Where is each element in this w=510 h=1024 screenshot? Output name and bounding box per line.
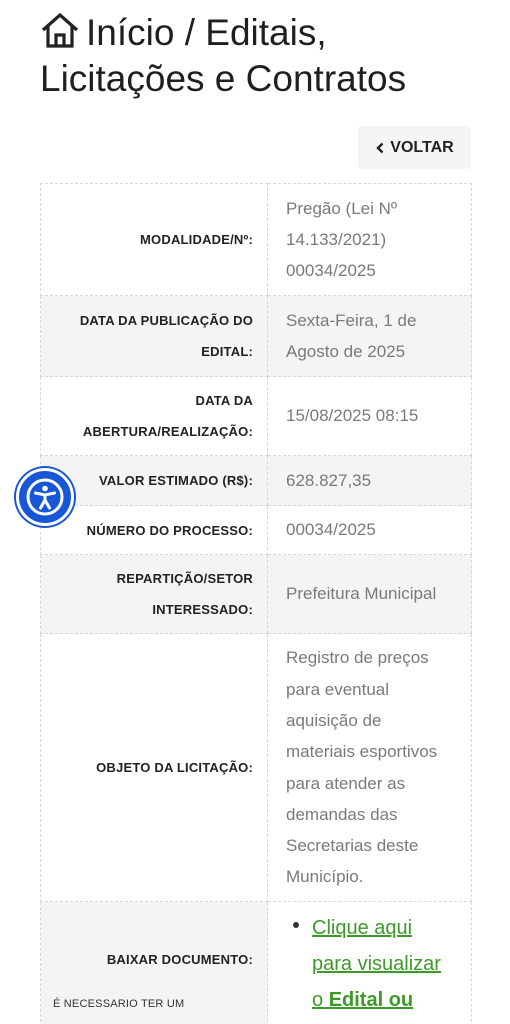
table-row: DATA DA PUBLICAÇÃO DO EDITAL: Sexta-Feir… [40, 295, 472, 377]
download-label: BAIXAR DOCUMENTO: [106, 952, 253, 967]
download-list: Clique aqui para visualizar o Edital ou [286, 910, 455, 1018]
page-title-text: Início / Editais, Licitações e Contratos [40, 12, 407, 99]
table-row: OBJETO DA LICITAÇÃO: Registro de preços … [40, 633, 472, 902]
table-row: DATA DA ABERTURA/REALIZAÇÃO: 15/08/2025 … [40, 376, 472, 456]
detail-value: 15/08/2025 08:15 [267, 376, 472, 456]
back-button[interactable]: VOLTAR [358, 126, 471, 169]
table-row: MODALIDADE/Nº: Pregão (Lei Nº 14.133/202… [40, 183, 472, 296]
home-icon[interactable] [40, 11, 80, 49]
detail-label: MODALIDADE/Nº: [40, 183, 268, 296]
download-row: BAIXAR DOCUMENTO: É NECESSARIO TER UM Cl… [40, 901, 472, 1024]
detail-value: Sexta-Feira, 1 de Agosto de 2025 [267, 295, 472, 377]
detail-label: VALOR ESTIMADO (R$): [40, 455, 268, 506]
detail-value: 00034/2025 [267, 505, 472, 555]
page-title: Início / Editais, Licitações e Contratos [40, 10, 480, 102]
detail-value: Pregão (Lei Nº 14.133/2021) 00034/2025 [267, 183, 472, 296]
bid-details-table: MODALIDADE/Nº: Pregão (Lei Nº 14.133/202… [40, 183, 472, 1024]
accessibility-icon [26, 478, 64, 516]
detail-value: Prefeitura Municipal [267, 554, 472, 634]
back-button-label: VOLTAR [390, 138, 454, 156]
detail-label: NÚMERO DO PROCESSO: [40, 505, 268, 555]
page-header: Início / Editais, Licitações e Contratos [40, 10, 480, 102]
detail-label: OBJETO DA LICITAÇÃO: [40, 633, 268, 902]
download-note: É NECESSARIO TER UM [53, 998, 185, 1010]
detail-value: Registro de preços para eventual aquisiç… [267, 633, 472, 902]
detail-label: REPARTIÇÃO/SETOR INTERESSADO: [40, 554, 268, 634]
download-label-cell: BAIXAR DOCUMENTO: É NECESSARIO TER UM [40, 901, 268, 1024]
chevron-left-icon [376, 142, 384, 153]
table-row: VALOR ESTIMADO (R$): 628.827,35 [40, 455, 472, 506]
detail-label: DATA DA PUBLICAÇÃO DO EDITAL: [40, 295, 268, 377]
detail-label: DATA DA ABERTURA/REALIZAÇÃO: [40, 376, 268, 456]
table-row: REPARTIÇÃO/SETOR INTERESSADO: Prefeitura… [40, 554, 472, 634]
detail-value: 628.827,35 [267, 455, 472, 506]
download-value-cell: Clique aqui para visualizar o Edital ou [267, 901, 472, 1024]
edital-download-link[interactable]: Clique aqui para visualizar o Edital ou [312, 917, 441, 1011]
table-row: NÚMERO DO PROCESSO: 00034/2025 [40, 505, 472, 555]
list-item: Clique aqui para visualizar o Edital ou [293, 910, 455, 1018]
accessibility-button[interactable] [16, 468, 74, 526]
